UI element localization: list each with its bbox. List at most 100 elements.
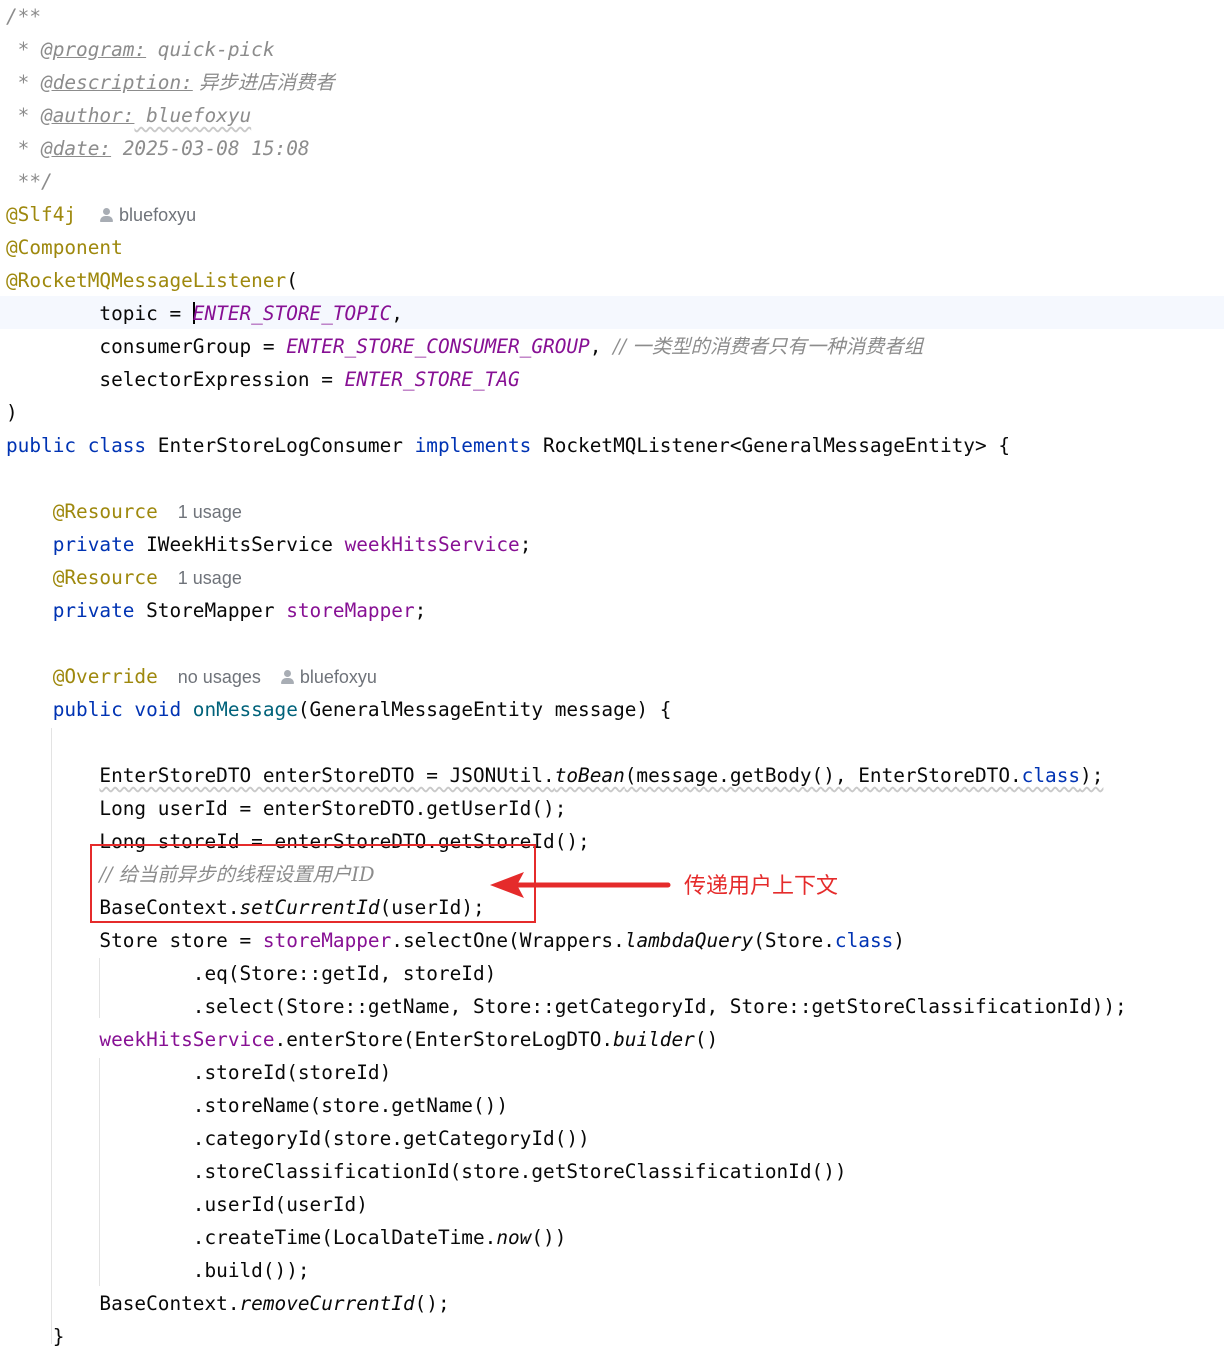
doc-date-line: * @date: 2025-03-08 15:08 bbox=[6, 132, 310, 165]
listener-annotation[interactable]: @RocketMQMessageListener bbox=[6, 269, 286, 292]
doc-program-line: * @program: quick-pick bbox=[6, 33, 275, 66]
code-line-userid: Long userId = enterStoreDTO.getUserId(); bbox=[6, 792, 566, 825]
code-line-build: .build()); bbox=[6, 1254, 310, 1287]
code-line-tobean: EnterStoreDTO enterStoreDTO = JSONUtil.t… bbox=[6, 759, 1103, 792]
code-text: () bbox=[694, 1028, 719, 1051]
code-text: ) bbox=[893, 929, 905, 952]
user-icon bbox=[100, 208, 114, 222]
highlight-box bbox=[90, 844, 536, 923]
comma: , bbox=[391, 302, 403, 325]
code-text: EnterStoreDTO enterStoreDTO = JSONUtil. bbox=[99, 764, 555, 787]
comment-text: **/ bbox=[6, 170, 53, 193]
class-name[interactable]: EnterStoreLogConsumer bbox=[146, 434, 415, 457]
field-week-hits-service: private IWeekHitsService weekHitsService… bbox=[6, 528, 532, 561]
code-line-builder-userid: .userId(userId) bbox=[6, 1188, 368, 1221]
code-line-eq: .eq(Store::getId, storeId) bbox=[6, 957, 497, 990]
paren: ( bbox=[286, 269, 298, 292]
usage-hint[interactable]: no usages bbox=[178, 667, 261, 687]
class-declaration: public class EnterStoreLogConsumer imple… bbox=[6, 429, 1010, 462]
override-annotation[interactable]: @Override bbox=[53, 665, 158, 688]
listener-annotation-line: @RocketMQMessageListener( bbox=[6, 264, 298, 297]
static-method[interactable]: toBean bbox=[555, 764, 625, 787]
code-line-builder-storeid: .storeId(storeId) bbox=[6, 1056, 391, 1089]
code-text: .enterStore(EnterStoreLogDTO. bbox=[274, 1028, 614, 1051]
field-ref[interactable]: storeMapper bbox=[263, 929, 391, 952]
comment-star: * bbox=[6, 71, 42, 94]
resource-annotation[interactable]: @Resource bbox=[53, 500, 158, 523]
user-icon bbox=[280, 670, 294, 684]
code-text: .eq(Store::getId, storeId) bbox=[192, 962, 497, 985]
code-line-remove-current-id: BaseContext.removeCurrentId(); bbox=[6, 1287, 449, 1320]
method-name[interactable]: onMessage bbox=[181, 698, 298, 721]
static-method[interactable]: lambdaQuery bbox=[625, 929, 753, 952]
comment-text: /** bbox=[6, 5, 42, 28]
group-constant[interactable]: ENTER_STORE_CONSUMER_GROUP bbox=[286, 335, 590, 358]
code-editor[interactable]: /** * @program: quick-pick * @descriptio… bbox=[0, 0, 1224, 1357]
code-line-enter-store: weekHitsService.enterStore(EnterStoreLog… bbox=[6, 1023, 718, 1056]
code-text: (Store. bbox=[753, 929, 835, 952]
param-key: consumerGroup = bbox=[6, 335, 287, 358]
code-text: Store store = bbox=[99, 929, 263, 952]
resource-annotation[interactable]: @Resource bbox=[53, 566, 158, 589]
group-param-line: consumerGroup = ENTER_STORE_CONSUMER_GRO… bbox=[6, 330, 923, 363]
static-method[interactable]: removeCurrentId bbox=[240, 1292, 415, 1315]
comment-star: * bbox=[6, 104, 42, 127]
comment-star: * bbox=[6, 137, 42, 160]
field-type[interactable]: IWeekHitsService bbox=[134, 533, 344, 556]
code-text: .selectOne(Wrappers. bbox=[391, 929, 625, 952]
author-hint[interactable]: bluefoxyu bbox=[100, 205, 196, 225]
code-text: BaseContext. bbox=[99, 1292, 240, 1315]
static-method[interactable]: builder bbox=[613, 1028, 695, 1051]
selector-constant[interactable]: ENTER_STORE_TAG bbox=[345, 368, 520, 391]
code-text: .storeClassificationId(store.getStoreCla… bbox=[192, 1160, 847, 1183]
usage-hint[interactable]: 1 usage bbox=[178, 568, 242, 588]
keyword: implements bbox=[414, 434, 532, 457]
keyword: public void bbox=[52, 698, 182, 721]
resource-line-1: @Resource 1 usage bbox=[6, 495, 242, 528]
paren: ) bbox=[6, 401, 18, 424]
usage-hint[interactable]: 1 usage bbox=[178, 502, 242, 522]
code-text: .storeId(storeId) bbox=[192, 1061, 392, 1084]
comma: , bbox=[589, 335, 614, 358]
field-name[interactable]: storeMapper bbox=[286, 599, 414, 622]
topic-constant[interactable]: ENTER_STORE_TOPIC bbox=[193, 302, 391, 325]
field-name[interactable]: weekHitsService bbox=[345, 533, 520, 556]
semicolon: ; bbox=[414, 599, 427, 622]
slf4j-annotation[interactable]: @Slf4j bbox=[6, 203, 76, 226]
field-ref[interactable]: weekHitsService bbox=[99, 1028, 274, 1051]
keyword: private bbox=[52, 533, 135, 556]
doc-comment-close: **/ bbox=[6, 165, 53, 198]
code-line-builder-categoryid: .categoryId(store.getCategoryId()) bbox=[6, 1122, 590, 1155]
author-hint[interactable]: bluefoxyu bbox=[280, 667, 377, 687]
doc-author-line: * @author: bluefoxyu bbox=[6, 99, 252, 132]
doc-value-description: 异步进店消费者 bbox=[192, 71, 335, 94]
code-text: .select(Store::getName, Store::getCatego… bbox=[192, 995, 1127, 1018]
static-method[interactable]: now bbox=[496, 1226, 531, 1249]
code-text: (message.getBody(), EnterStoreDTO. bbox=[624, 764, 1022, 787]
doc-tag-program: @program: bbox=[41, 38, 147, 61]
code-text: .categoryId(store.getCategoryId()) bbox=[192, 1127, 590, 1150]
field-type[interactable]: StoreMapper bbox=[134, 599, 286, 622]
doc-description-line: * @description: 异步进店消费者 bbox=[6, 66, 335, 99]
code-text: ()) bbox=[531, 1226, 567, 1249]
interface-type[interactable]: RocketMQListener<GeneralMessageEntity> { bbox=[531, 434, 1010, 457]
annotation-arrow-icon bbox=[490, 872, 671, 898]
code-text: .storeName(store.getName()) bbox=[192, 1094, 508, 1117]
method-params: (GeneralMessageEntity message) { bbox=[297, 698, 672, 721]
component-annotation[interactable]: @Component bbox=[6, 236, 123, 259]
code-text: } bbox=[6, 1325, 65, 1348]
